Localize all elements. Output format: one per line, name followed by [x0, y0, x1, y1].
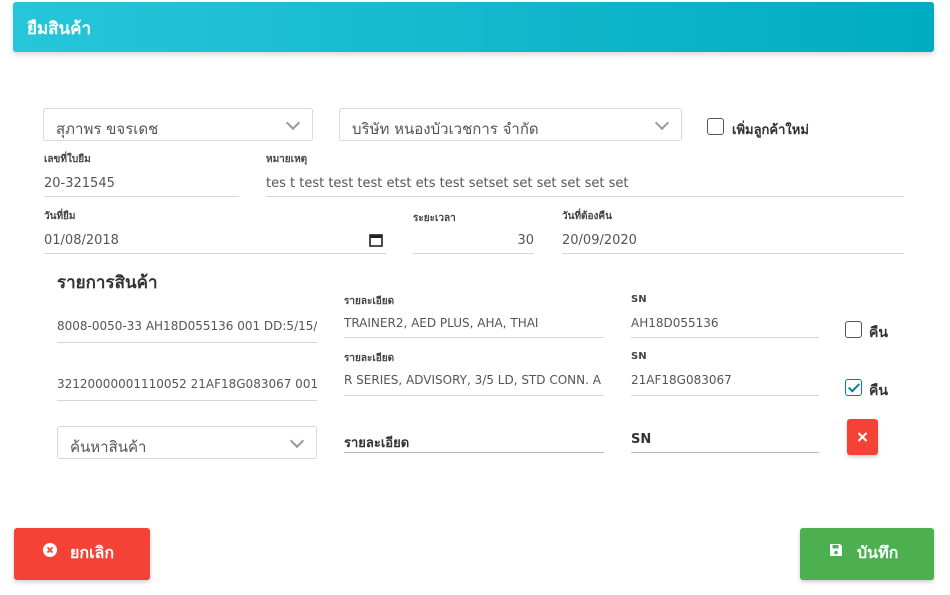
return-date-underline [562, 253, 904, 254]
chevron-down-icon [654, 115, 670, 131]
new-detail-underline [344, 452, 604, 453]
item-product-field[interactable]: 8008-0050-33 AH18D055136 001 DD:5/15/2 [57, 319, 317, 333]
item-product-underline [57, 400, 317, 401]
dialog-header: ยืมสินค้า [13, 2, 934, 52]
item-sn-field[interactable]: 21AF18G083067 [631, 373, 819, 387]
note-field[interactable]: tes t test test test etst ets test setse… [266, 176, 904, 191]
cancel-circle-icon [43, 543, 57, 557]
items-section-title: รายการสินค้า [57, 273, 158, 293]
item-product-field[interactable]: 32120000001110052 21AF18G083067 001 DD [57, 377, 317, 391]
item-sn-underline [631, 337, 819, 338]
slip-no-underline [44, 196, 239, 197]
item-sn-label: SN [631, 294, 647, 305]
product-search-placeholder: ค้นหาสินค้า [70, 438, 147, 456]
item-sn-label: SN [631, 351, 647, 362]
note-label: หมายเหตุ [266, 154, 308, 165]
return-label: คืน [869, 383, 888, 399]
new-customer-label: เพิ่มลูกค้าใหม่ [732, 123, 809, 138]
return-date-field[interactable]: 20/09/2020 [562, 233, 637, 248]
return-checkbox[interactable] [845, 379, 862, 396]
slip-no-label: เลขที่ใบยืม [44, 154, 91, 165]
new-detail-field[interactable]: รายละเอียด [344, 432, 409, 453]
company-select[interactable]: บริษัท หนองบัวเวชการ จำกัด [339, 108, 682, 141]
item-detail-label: รายละเอียด [344, 353, 395, 364]
item-detail-field[interactable]: TRAINER2, AED PLUS, AHA, THAI [344, 316, 604, 330]
product-search-select[interactable]: ค้นหาสินค้า [57, 426, 317, 459]
remove-row-button[interactable] [847, 419, 878, 455]
close-icon [857, 432, 868, 442]
employee-select[interactable]: สุภาพร ขจรเดช [43, 108, 313, 141]
chevron-down-icon [289, 433, 305, 449]
item-detail-label: รายละเอียด [344, 296, 395, 307]
duration-underline [413, 253, 534, 254]
company-select-value: บริษัท หนองบัวเวชการ จำกัด [352, 120, 539, 138]
new-sn-field[interactable]: SN [631, 432, 651, 447]
item-detail-underline [344, 395, 604, 396]
return-date-label: วันที่ต้องคืน [562, 211, 612, 222]
borrow-product-dialog: ยืมสินค้า สุภาพร ขจรเดช บริษัท หนองบัวเว… [0, 0, 950, 595]
note-underline [266, 196, 904, 197]
cancel-button-label: ยกเลิก [70, 543, 115, 562]
new-customer-checkbox[interactable] [707, 118, 724, 135]
save-button[interactable]: บันทึก [800, 528, 934, 580]
calendar-icon[interactable] [369, 233, 383, 247]
slip-no-field[interactable]: 20-321545 [44, 176, 115, 191]
borrow-date-field[interactable]: 01/08/2018 [44, 233, 119, 248]
dialog-title: ยืมสินค้า [27, 19, 92, 39]
new-sn-underline [631, 452, 819, 453]
duration-label: ระยะเวลา [413, 213, 456, 224]
floppy-disk-icon [830, 544, 842, 556]
return-label: คืน [869, 325, 888, 341]
chevron-down-icon [285, 115, 301, 131]
employee-select-value: สุภาพร ขจรเดช [56, 120, 159, 138]
duration-field[interactable]: 30 [413, 233, 534, 248]
item-detail-field[interactable]: R SERIES, ADVISORY, 3/5 LD, STD CONN. A [344, 373, 604, 387]
item-product-underline [57, 342, 317, 343]
item-detail-underline [344, 337, 604, 338]
borrow-date-underline [44, 253, 386, 254]
item-sn-underline [631, 395, 819, 396]
borrow-date-label: วันที่ยืม [44, 211, 76, 222]
cancel-button[interactable]: ยกเลิก [14, 528, 150, 580]
item-sn-field[interactable]: AH18D055136 [631, 316, 819, 330]
save-button-label: บันทึก [857, 543, 899, 562]
return-checkbox[interactable] [845, 321, 862, 338]
